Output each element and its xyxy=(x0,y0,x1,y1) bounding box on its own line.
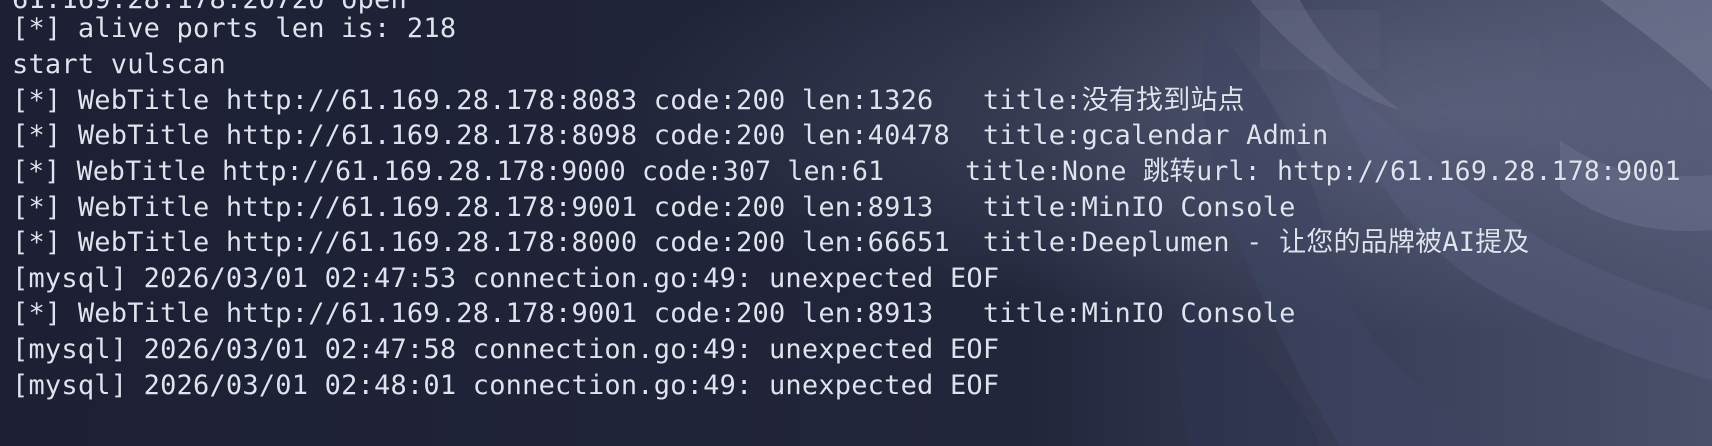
terminal-line: [*] WebTitle http://61.169.28.178:8000 c… xyxy=(12,227,1530,258)
terminal-line: [*] WebTitle http://61.169.28.178:9000 c… xyxy=(12,156,1681,187)
terminal-line: [mysql] 2026/03/01 02:48:01 connection.g… xyxy=(12,370,1000,401)
terminal-line: [*] WebTitle http://61.169.28.178:8098 c… xyxy=(12,120,1329,151)
terminal-line: [mysql] 2026/03/01 02:47:58 connection.g… xyxy=(12,334,1000,365)
terminal-line: [mysql] 2026/03/01 02:47:53 connection.g… xyxy=(12,263,1000,294)
terminal-output[interactable]: 61.169.28.178:20720 open [*] alive ports… xyxy=(0,0,1712,446)
terminal-line: start vulscan xyxy=(12,49,226,80)
terminal-line: [*] alive ports len is: 218 xyxy=(12,13,457,44)
terminal-line: [*] WebTitle http://61.169.28.178:9001 c… xyxy=(12,298,1296,329)
terminal-line: [*] WebTitle http://61.169.28.178:9001 c… xyxy=(12,192,1296,223)
terminal-line: [*] WebTitle http://61.169.28.178:8083 c… xyxy=(12,85,1245,116)
